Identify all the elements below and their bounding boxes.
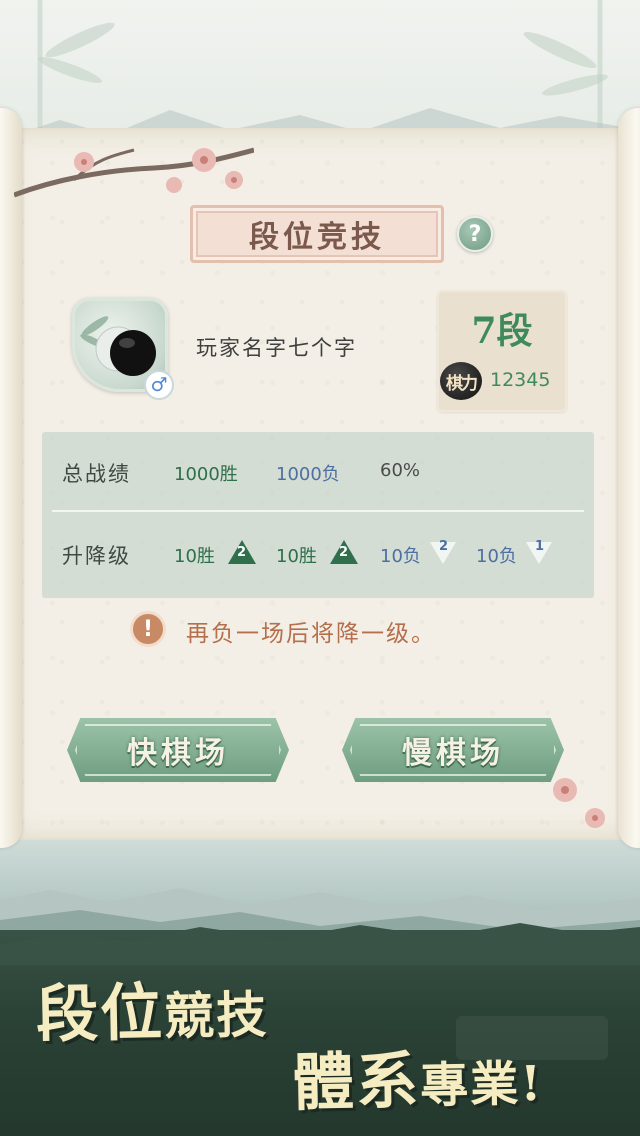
power-value: 12345 xyxy=(490,369,551,391)
promo-item-text: 10负 xyxy=(380,546,421,567)
scroll-roller-right xyxy=(618,108,640,848)
slogan-line-1: 段位競技 xyxy=(35,960,269,1054)
title-plate: 段位竞技 xyxy=(190,205,444,263)
promo-item-text: 10胜 xyxy=(174,546,215,567)
promo-count: 2 xyxy=(237,545,247,560)
total-wins: 1000胜 xyxy=(174,464,238,485)
stats-panel xyxy=(42,432,594,598)
help-button[interactable]: ? xyxy=(457,216,493,252)
slogan-line-2: 體系專業! xyxy=(291,1028,544,1122)
stats-divider xyxy=(52,510,584,512)
promo-count: 1 xyxy=(535,539,545,554)
promotion-label: 升降级 xyxy=(62,544,131,568)
question-icon: ? xyxy=(468,221,482,247)
slogan-1-big: 段位 xyxy=(35,975,165,1052)
rank-value: 7段 xyxy=(471,310,533,352)
promo-count: 2 xyxy=(439,539,449,554)
slogan-2-big: 體系 xyxy=(291,1043,421,1120)
slow-game-label: 慢棋场 xyxy=(402,736,504,771)
promo-count: 2 xyxy=(339,545,349,560)
total-record-label: 总战绩 xyxy=(62,462,131,486)
quick-game-button[interactable]: 快棋场 xyxy=(67,718,289,782)
win-rate: 60% xyxy=(380,460,421,481)
quick-game-label: 快棋场 xyxy=(127,736,229,771)
rank-card: 7段 棋力 12345 xyxy=(437,290,567,412)
warning-icon: ! xyxy=(130,611,166,647)
promo-item-text: 10负 xyxy=(476,546,517,567)
gender-badge: ♂ xyxy=(144,370,174,400)
male-icon: ♂ xyxy=(150,374,168,396)
slogan-1-small: 競技 xyxy=(163,984,269,1046)
warning-text: 再负一场后将降一级。 xyxy=(186,621,436,647)
page-title: 段位竞技 xyxy=(249,220,385,255)
slow-game-button[interactable]: 慢棋场 xyxy=(342,718,564,782)
plum-blossom-corner xyxy=(553,778,605,828)
total-losses: 1000负 xyxy=(276,464,340,485)
ink-hills xyxy=(0,923,640,965)
promo-item-text: 10胜 xyxy=(276,546,317,567)
power-badge: 棋力 xyxy=(440,362,482,400)
player-name: 玩家名字七个字 xyxy=(196,336,357,360)
slogan-2-small: 專業! xyxy=(419,1055,544,1114)
